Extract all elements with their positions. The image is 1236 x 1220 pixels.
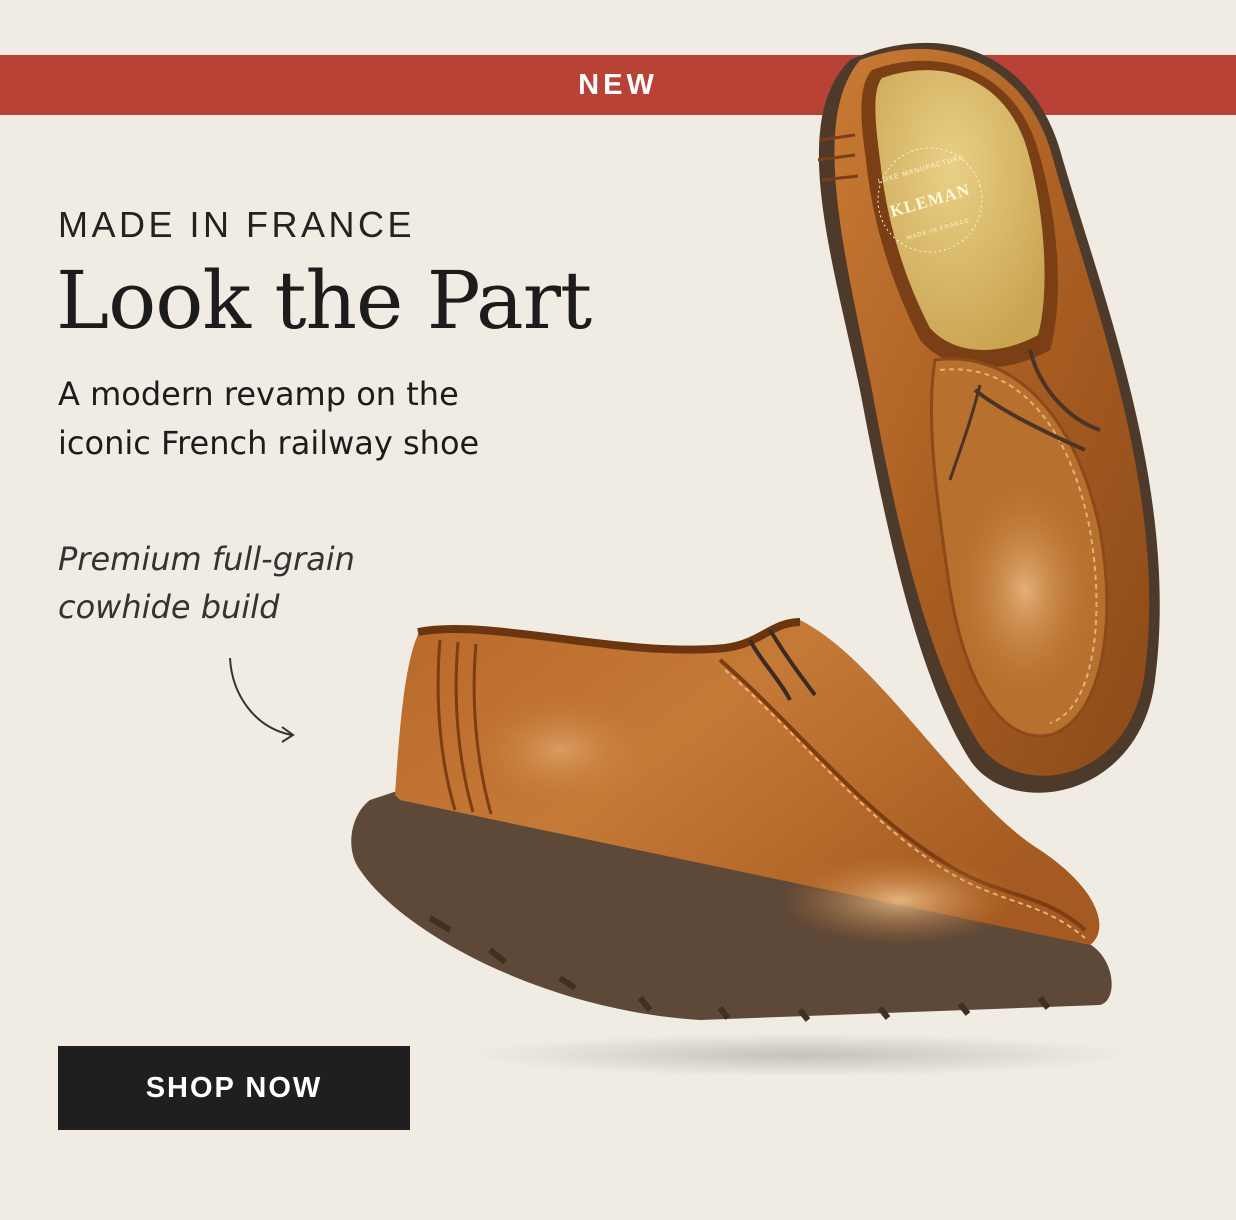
shop-now-label: SHOP NOW (145, 1071, 323, 1104)
headline: Look the Part (56, 254, 592, 347)
callout-note: Premium full-grain cowhide build (58, 540, 355, 626)
curved-arrow-icon (229, 657, 295, 743)
shoe-side-view-image (351, 618, 1120, 1077)
new-banner-label: NEW (578, 68, 658, 101)
subhead: A modern revamp on the iconic French rai… (58, 375, 480, 462)
shop-now-button[interactable]: SHOP NOW (58, 1046, 410, 1130)
eyebrow-text: MADE IN FRANCE (58, 204, 416, 245)
